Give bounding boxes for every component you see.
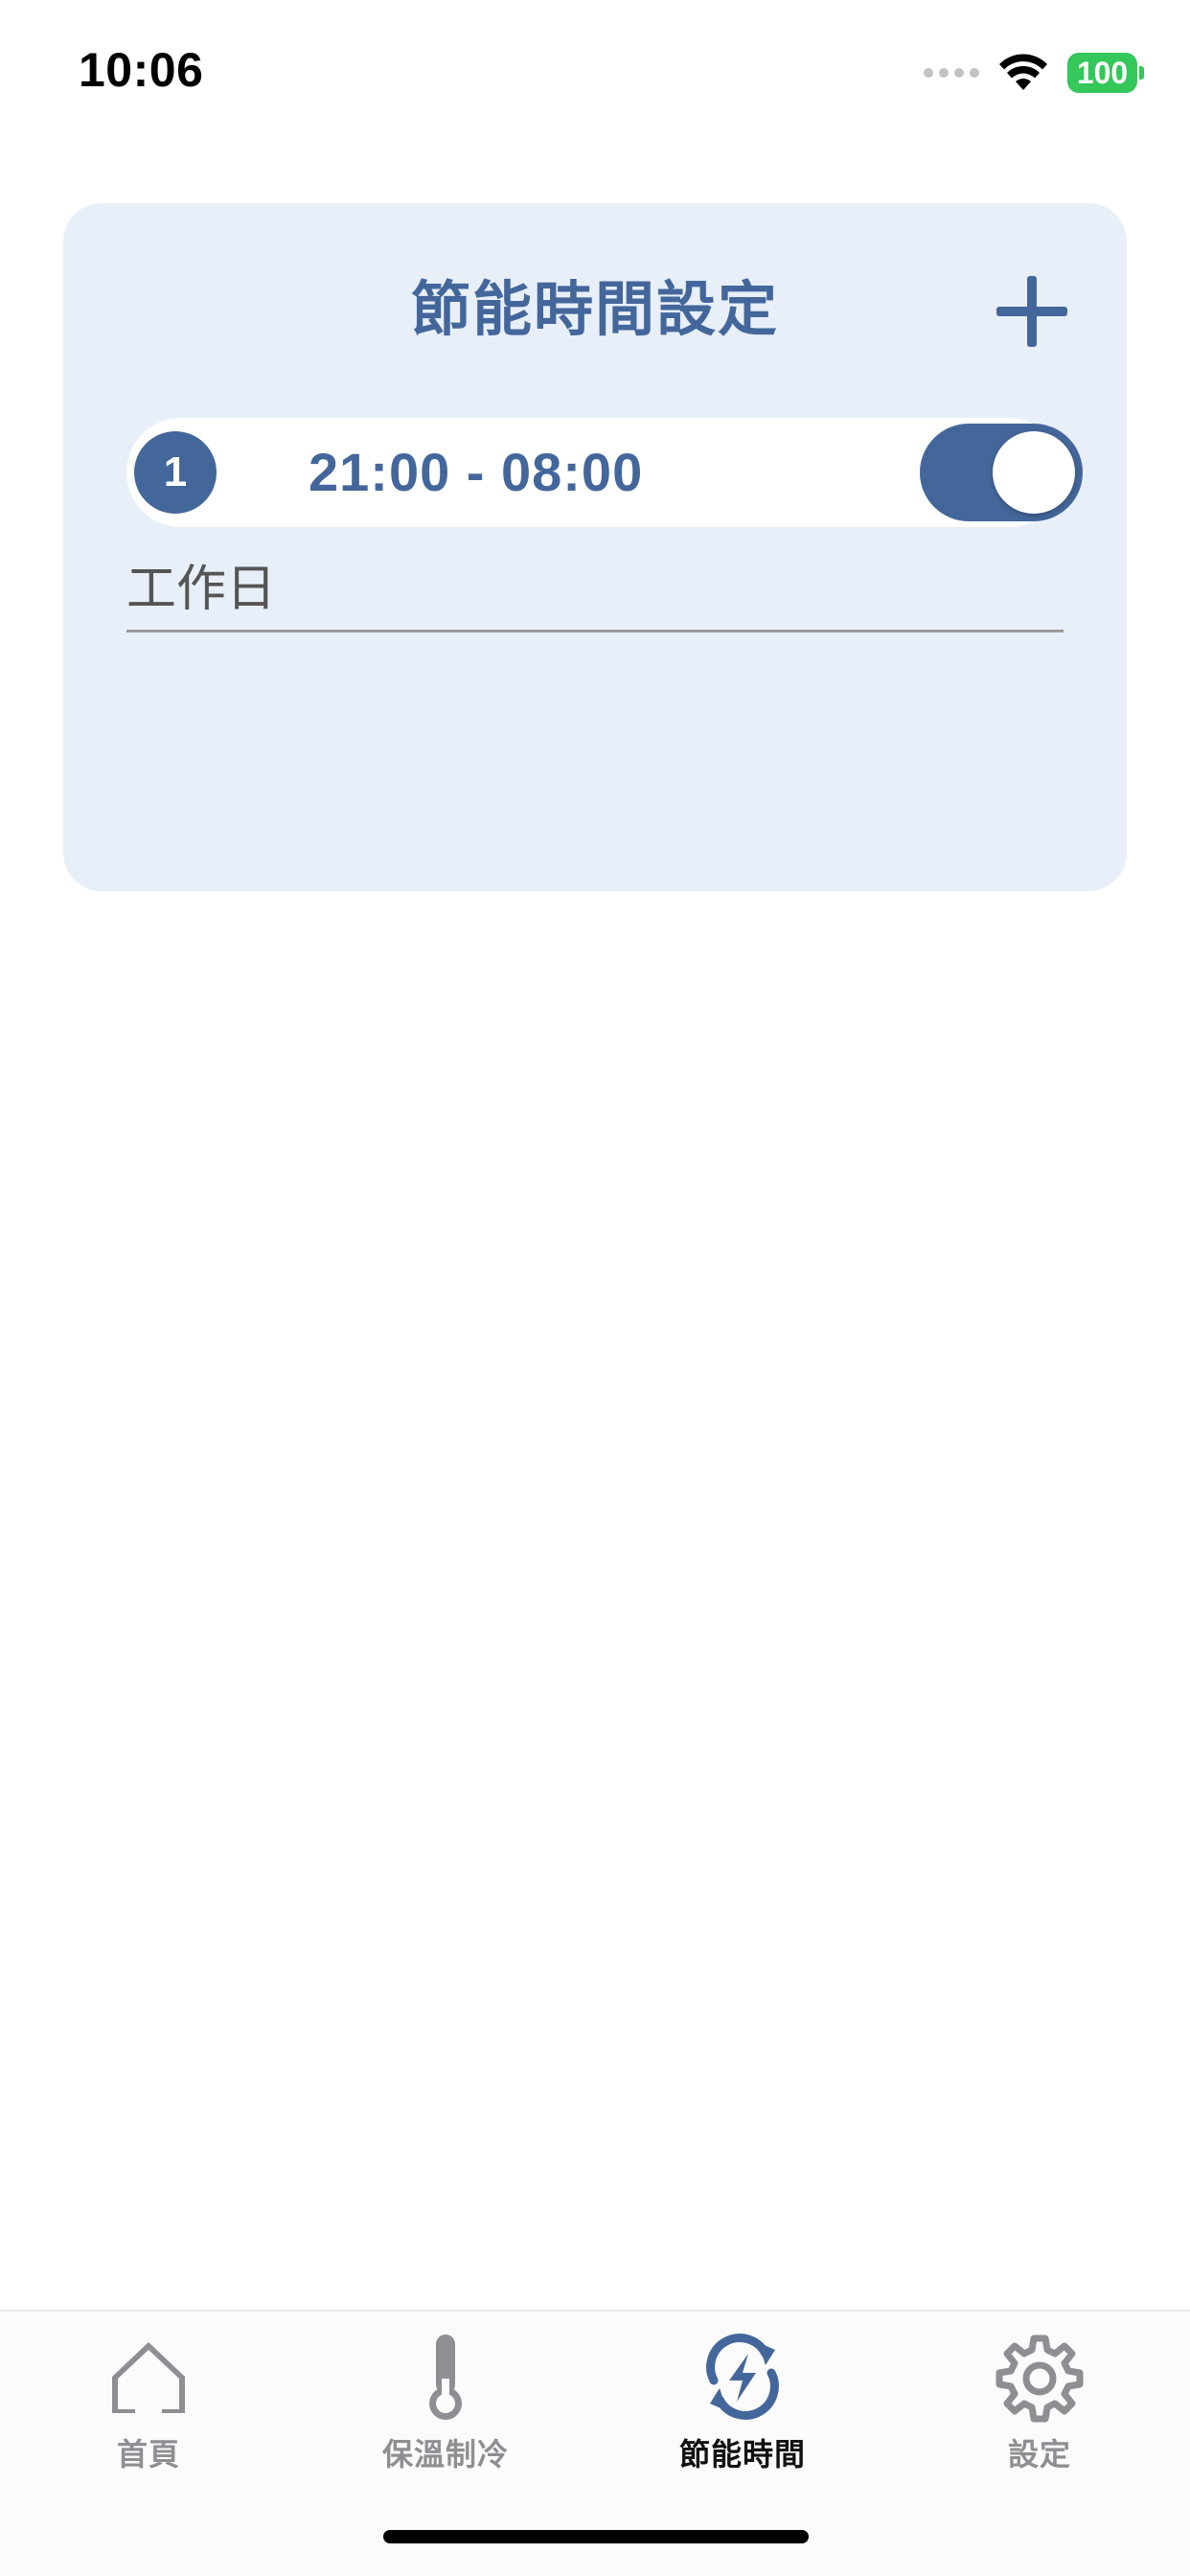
- gear-icon: [995, 2334, 1084, 2423]
- home-indicator[interactable]: [383, 2530, 809, 2543]
- thermometer-icon: [429, 2334, 462, 2420]
- status-indicators: 100: [924, 50, 1144, 96]
- battery-level: 100: [1067, 53, 1138, 93]
- status-time: 10:06: [79, 43, 204, 97]
- schedule-row[interactable]: 1 21:00 - 08:00: [126, 418, 1083, 527]
- battery-icon: 100: [1067, 53, 1144, 93]
- add-schedule-button[interactable]: [996, 276, 1067, 347]
- schedule-days: 工作日: [126, 561, 277, 618]
- schedule-time-range: 21:00 - 08:00: [309, 442, 644, 502]
- energy-schedule-card: 節能時間設定 1 21:00 - 08:00 工作日: [63, 203, 1127, 891]
- tab-settings[interactable]: 設定: [891, 2331, 1188, 2484]
- schedule-toggle[interactable]: [920, 424, 1083, 521]
- toggle-knob: [993, 431, 1075, 514]
- tab-home[interactable]: 首頁: [0, 2331, 297, 2484]
- tab-label: 設定: [1007, 2436, 1071, 2472]
- tab-heating-cooling[interactable]: 保溫制冷: [297, 2331, 594, 2484]
- energy-saving-screen: 10:06 100 節能時間設定 1 21:00 - 08:00 工作日 首頁 …: [0, 0, 1190, 2576]
- home-icon: [112, 2342, 185, 2413]
- tab-energy-saving[interactable]: 節能時間: [594, 2331, 891, 2484]
- status-bar: 10:06 100: [0, 0, 1190, 144]
- wifi-icon: [999, 54, 1047, 90]
- cellular-signal-icon: [924, 68, 979, 78]
- energy-cycle-icon: [706, 2334, 779, 2420]
- tab-label: 首頁: [116, 2436, 180, 2472]
- tab-label: 節能時間: [678, 2436, 806, 2472]
- tab-label: 保溫制冷: [381, 2436, 509, 2472]
- schedule-index-badge: 1: [134, 431, 217, 514]
- divider: [126, 630, 1064, 632]
- card-title: 節能時間設定: [410, 274, 779, 344]
